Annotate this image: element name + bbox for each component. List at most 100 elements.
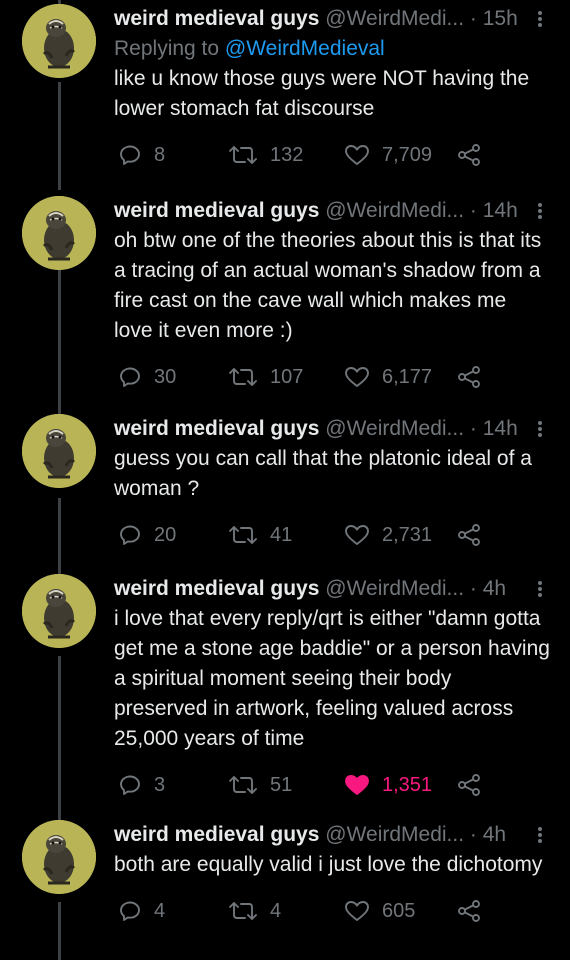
- retweet-button[interactable]: 132: [228, 140, 303, 170]
- avatar[interactable]: [22, 414, 96, 488]
- reply-button[interactable]: 4: [118, 896, 165, 926]
- tweet-actions: 8 132 7,709: [114, 140, 550, 170]
- timestamp[interactable]: 4h: [483, 577, 506, 600]
- like-count: 7,709: [382, 144, 433, 166]
- timestamp[interactable]: 14h: [483, 417, 518, 440]
- share-button[interactable]: [456, 520, 482, 550]
- tweet-header: weird medieval guys @WeirdMedi... · 14h: [114, 196, 550, 226]
- display-name[interactable]: weird medieval guys: [114, 417, 319, 440]
- thread-line: [58, 656, 61, 822]
- reply-count: 20: [154, 524, 177, 546]
- timestamp[interactable]: 15h: [483, 7, 518, 30]
- avatar[interactable]: [22, 574, 96, 648]
- heart-icon: [344, 523, 370, 547]
- avatar[interactable]: [22, 196, 96, 270]
- tweet-actions: 3 51 1,351: [114, 770, 550, 800]
- reply-button[interactable]: 8: [118, 140, 165, 170]
- share-icon: [456, 899, 482, 923]
- replying-label: Replying to: [114, 37, 225, 60]
- tweet-header: weird medieval guys @WeirdMedi... · 14h: [114, 414, 550, 444]
- like-count: 2,731: [382, 524, 433, 546]
- thread-line: [58, 498, 61, 576]
- like-count: 1,351: [382, 774, 433, 796]
- tweet-header: weird medieval guys @WeirdMedi... · 4h: [114, 574, 550, 604]
- reply-icon: [118, 143, 142, 167]
- reply-button[interactable]: 20: [118, 520, 176, 550]
- separator-dot: ·: [469, 7, 477, 30]
- heart-icon: [344, 899, 370, 923]
- tweet-actions: 4 4 605: [114, 896, 550, 926]
- share-icon: [456, 773, 482, 797]
- share-button[interactable]: [456, 140, 482, 170]
- like-button[interactable]: 7,709: [344, 140, 432, 170]
- user-handle[interactable]: @WeirdMedi...: [325, 577, 464, 600]
- retweet-button[interactable]: 51: [228, 770, 292, 800]
- reply-count: 4: [154, 900, 166, 922]
- reply-count: 3: [154, 774, 166, 796]
- more-icon[interactable]: [530, 574, 550, 604]
- timestamp[interactable]: 14h: [483, 199, 518, 222]
- heart-icon: [344, 143, 370, 167]
- tweet-text: guess you can call that the platonic ide…: [114, 447, 532, 500]
- tweet-header: weird medieval guys @WeirdMedi... · 15h: [114, 4, 550, 34]
- timestamp[interactable]: 4h: [483, 823, 506, 846]
- display-name[interactable]: weird medieval guys: [114, 823, 319, 846]
- retweet-icon: [228, 523, 258, 547]
- thread-line: [58, 270, 61, 418]
- tweet-text: like u know those guys were NOT having t…: [114, 67, 530, 120]
- share-icon: [456, 523, 482, 547]
- display-name[interactable]: weird medieval guys: [114, 7, 319, 30]
- reply-count: 8: [154, 144, 166, 166]
- like-button[interactable]: 1,351: [344, 770, 432, 800]
- tweet-header: weird medieval guys @WeirdMedi... · 4h: [114, 820, 550, 850]
- share-button[interactable]: [456, 770, 482, 800]
- retweet-button[interactable]: 107: [228, 362, 303, 392]
- more-icon[interactable]: [530, 820, 550, 850]
- separator-dot: ·: [469, 199, 477, 222]
- like-button[interactable]: 2,731: [344, 520, 432, 550]
- replying-to-link[interactable]: @WeirdMedieval: [225, 37, 385, 60]
- separator-dot: ·: [469, 417, 477, 440]
- reply-icon: [118, 523, 142, 547]
- heart-icon: [344, 773, 370, 797]
- reply-icon: [118, 773, 142, 797]
- tweet-text: oh btw one of the theories about this is…: [114, 229, 542, 342]
- share-button[interactable]: [456, 362, 482, 392]
- user-handle[interactable]: @WeirdMedi...: [325, 823, 464, 846]
- share-button[interactable]: [456, 896, 482, 926]
- avatar[interactable]: [22, 820, 96, 894]
- more-icon[interactable]: [530, 4, 550, 34]
- retweet-count: 4: [270, 900, 282, 922]
- user-handle[interactable]: @WeirdMedi...: [325, 417, 464, 440]
- reply-button[interactable]: 3: [118, 770, 165, 800]
- tweet-text: both are equally valid i just love the d…: [114, 853, 543, 876]
- thread-line: [58, 902, 61, 960]
- user-handle[interactable]: @WeirdMedi...: [325, 199, 464, 222]
- reply-icon: [118, 365, 142, 389]
- display-name[interactable]: weird medieval guys: [114, 577, 319, 600]
- more-icon[interactable]: [530, 414, 550, 444]
- like-button[interactable]: 6,177: [344, 362, 432, 392]
- tweet-actions: 20 41 2,731: [114, 520, 550, 550]
- display-name[interactable]: weird medieval guys: [114, 199, 319, 222]
- like-button[interactable]: 605: [344, 896, 415, 926]
- more-icon[interactable]: [530, 196, 550, 226]
- retweet-count: 41: [270, 524, 293, 546]
- share-icon: [456, 365, 482, 389]
- like-count: 605: [382, 900, 416, 922]
- avatar[interactable]: [22, 4, 96, 78]
- retweet-icon: [228, 899, 258, 923]
- retweet-count: 107: [270, 366, 304, 388]
- reply-count: 30: [154, 366, 177, 388]
- reply-button[interactable]: 30: [118, 362, 176, 392]
- retweet-icon: [228, 365, 258, 389]
- share-icon: [456, 143, 482, 167]
- retweet-count: 132: [270, 144, 304, 166]
- retweet-icon: [228, 143, 258, 167]
- user-handle[interactable]: @WeirdMedi...: [325, 7, 464, 30]
- reply-icon: [118, 899, 142, 923]
- heart-icon: [344, 365, 370, 389]
- retweet-button[interactable]: 41: [228, 520, 292, 550]
- retweet-button[interactable]: 4: [228, 896, 281, 926]
- retweet-count: 51: [270, 774, 293, 796]
